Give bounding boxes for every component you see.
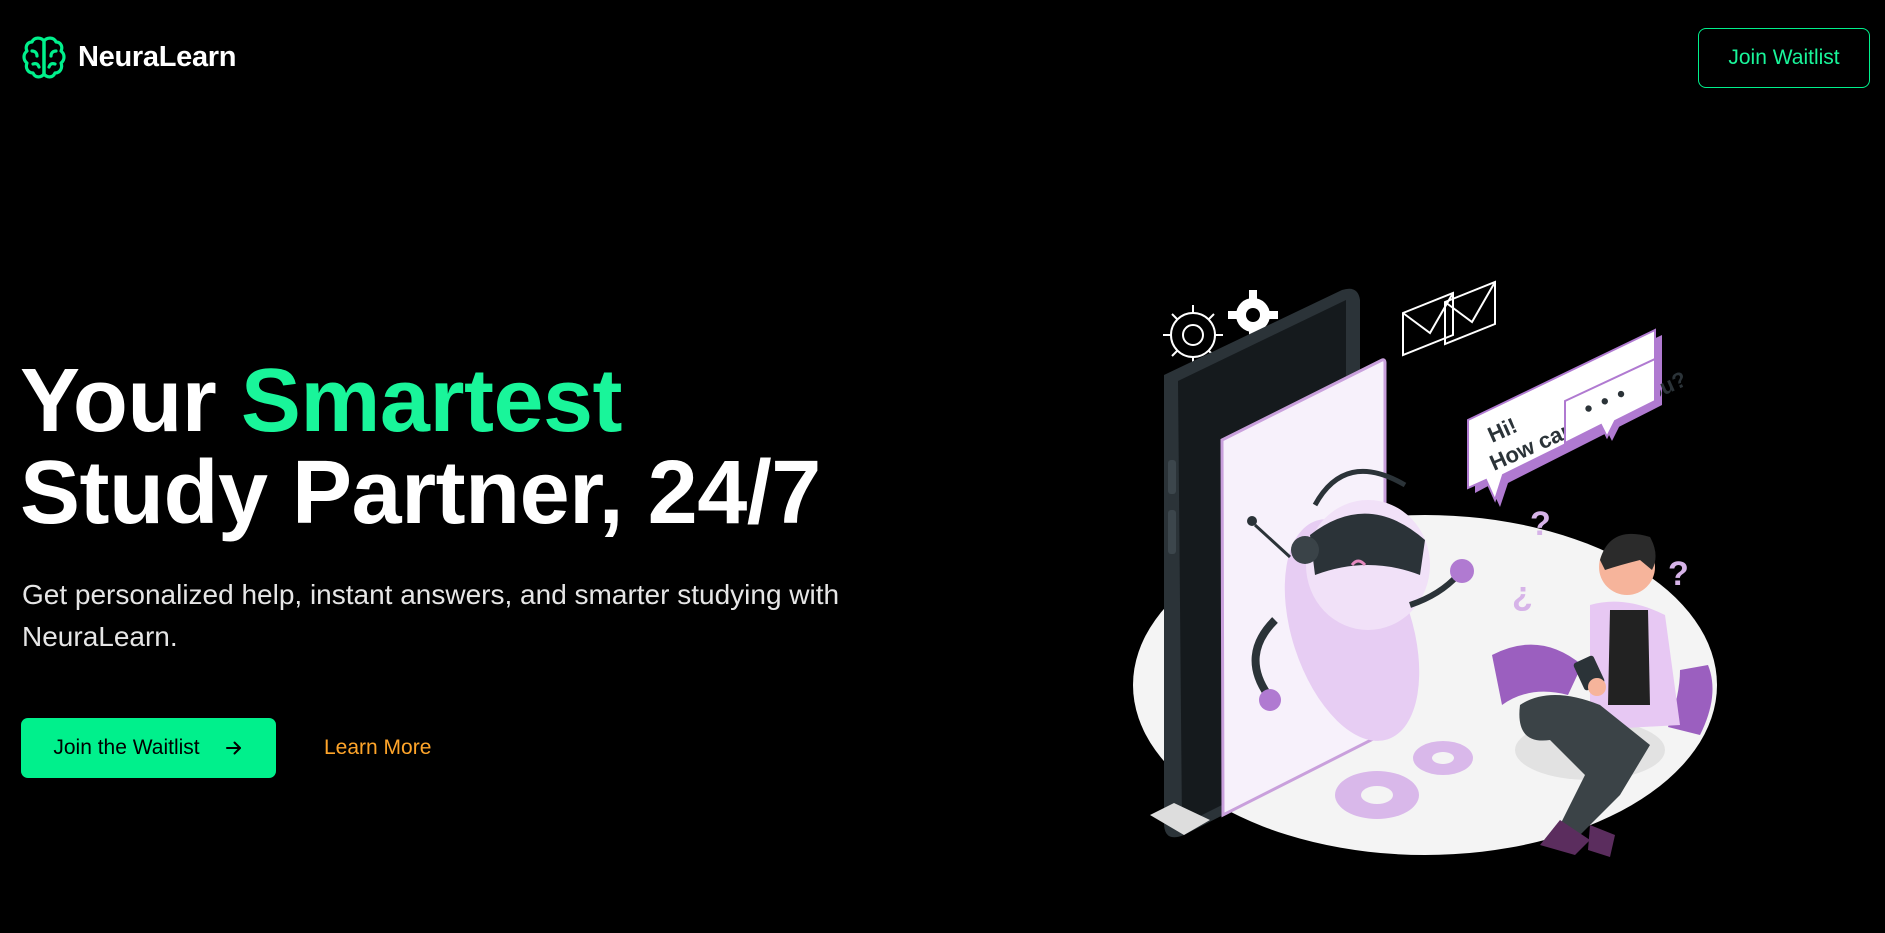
top-nav: NeuraLearn Join Waitlist [0,0,1885,115]
chatbot-illustration: Hi! How can I help you? • • • ? ¿ ? [1133,280,1717,857]
hero-subtitle: Get personalized help, instant answers, … [22,579,840,652]
hero-title: Your Smartest Study Partner, 24/7 [20,355,821,539]
gear-purple-large-icon [1335,771,1419,819]
brand-name: NeuraLearn [78,40,237,73]
question-mark-3: ? [1668,555,1689,593]
brand-logo[interactable]: NeuraLearn [22,34,236,80]
hero-title-line2: Study Partner, 24/7 [20,443,821,543]
learn-more-link[interactable]: Learn More [324,736,431,760]
hero-title-accent: Smartest [240,351,623,451]
envelope-icon [1402,280,1496,357]
hero-title-plain: Your [20,351,241,451]
question-mark-1: ? [1530,505,1551,543]
arrow-right-icon [225,741,241,755]
cta-group: Join the Waitlist Learn More [21,718,431,778]
hero-title-line1: Your Smartest [20,351,623,451]
landing-page: NeuraLearn Join Waitlist Your Smartest S… [0,0,1885,933]
brain-icon [22,36,66,79]
header-join-waitlist-button[interactable]: Join Waitlist [1698,28,1870,88]
question-mark-2: ¿ [1512,575,1533,613]
gear-purple-small-icon [1413,741,1473,775]
join-the-waitlist-button[interactable]: Join the Waitlist [21,718,276,778]
join-the-waitlist-label: Join the Waitlist [53,736,200,759]
